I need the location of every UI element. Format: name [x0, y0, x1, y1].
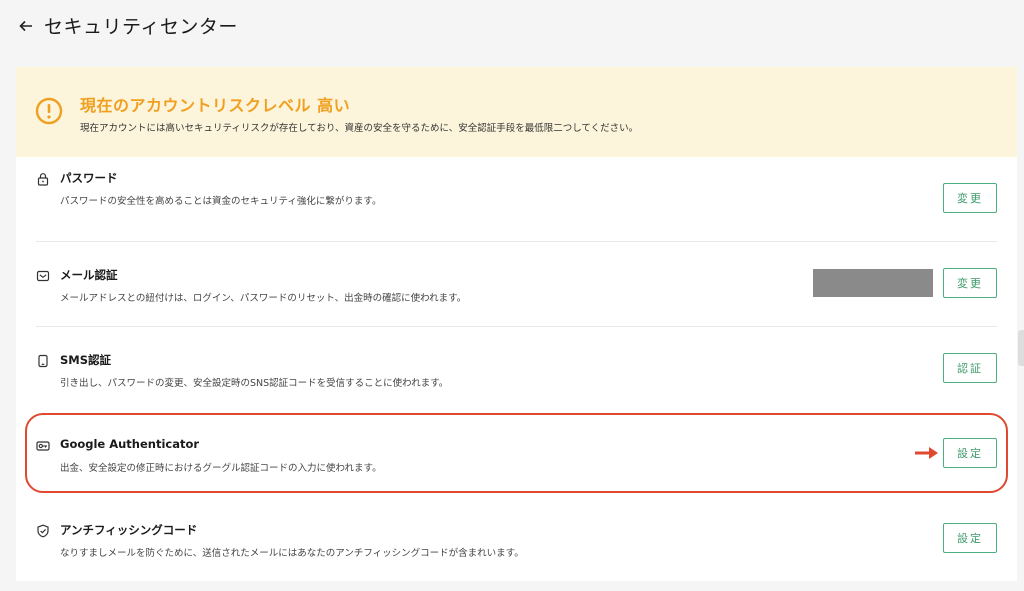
item-title: メール認証 [60, 268, 118, 282]
setup-anti-phishing-button[interactable]: 設定 [943, 523, 997, 553]
security-item-password: パスワード パスワードの安全性を高めることは資金のセキュリティ強化に繋がります。… [16, 157, 1017, 242]
setup-google-authenticator-button[interactable]: 設定 [943, 438, 997, 468]
phone-icon [36, 353, 50, 368]
item-description: メールアドレスとの紐付けは、ログイン、パスワードのリセット、出金時の確認に使われ… [60, 293, 467, 304]
arrow-left-icon[interactable] [18, 18, 34, 34]
risk-level-description: 現在アカウントには高いセキュリティリスクが存在しており、資産の安全を守るために、… [80, 123, 639, 134]
item-description: 出金、安全設定の修正時におけるグーグル認証コードの入力に使われます。 [60, 463, 382, 474]
change-password-button[interactable]: 変更 [943, 183, 997, 213]
page-title: セキュリティセンター [44, 16, 238, 38]
change-email-button[interactable]: 変更 [943, 268, 997, 298]
risk-banner: 現在のアカウントリスクレベル 高い 現在アカウントには高いセキュリティリスクが存… [16, 67, 1017, 157]
item-description: パスワードの安全性を高めることは資金のセキュリティ強化に繋がります。 [60, 196, 382, 207]
item-title: Google Authenticator [60, 437, 200, 451]
item-title: パスワード [60, 171, 118, 185]
masked-email-value [813, 269, 933, 297]
item-title: SMS認証 [60, 353, 112, 367]
verify-sms-button[interactable]: 認証 [943, 353, 997, 383]
page-header: セキュリティセンター [18, 12, 238, 39]
security-item-google-authenticator: Google Authenticator 出金、安全設定の修正時におけるグーグル… [16, 412, 1017, 497]
shield-check-icon [36, 523, 50, 538]
scroll-handle[interactable] [1018, 330, 1024, 366]
item-description: なりすましメールを防ぐために、送信されたメールにはあなたのアンチフィッシングコー… [60, 548, 524, 559]
arrow-right-icon [914, 445, 940, 461]
security-item-anti-phishing: アンチフィッシングコード なりすましメールを防ぐために、送信されたメールにはあな… [16, 497, 1017, 582]
key-icon [36, 438, 50, 452]
security-item-sms: SMS認証 引き出し、パスワードの変更、安全設定時のSNS認証コードを受信するこ… [16, 327, 1017, 412]
item-title: アンチフィッシングコード [60, 523, 198, 537]
security-card: 現在のアカウントリスクレベル 高い 現在アカウントには高いセキュリティリスクが存… [16, 67, 1017, 581]
risk-level-title: 現在のアカウントリスクレベル 高い [80, 96, 351, 115]
lock-icon [36, 171, 50, 186]
mail-icon [36, 268, 50, 282]
security-item-email: メール認証 メールアドレスとの紐付けは、ログイン、パスワードのリセット、出金時の… [16, 242, 1017, 327]
item-description: 引き出し、パスワードの変更、安全設定時のSNS認証コードを受信することに使われま… [60, 378, 449, 389]
warning-circle-icon [35, 97, 63, 125]
